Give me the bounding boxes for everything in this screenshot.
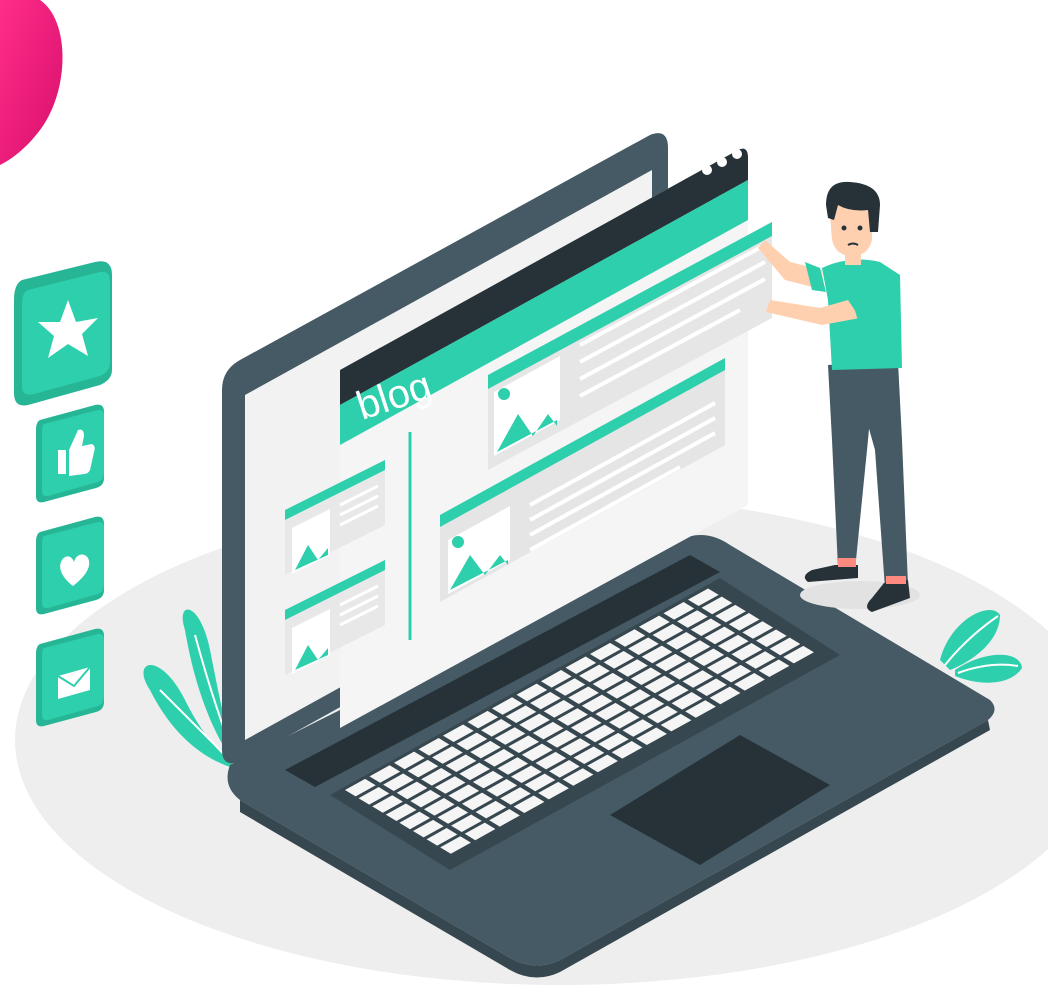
side-icons <box>14 261 112 727</box>
heart-icon <box>36 516 104 615</box>
blog-illustration: blog <box>0 0 1048 985</box>
star-icon <box>14 261 112 406</box>
thumbs-up-icon <box>36 404 104 503</box>
mail-icon <box>36 628 104 727</box>
pink-blob-shape <box>0 0 63 165</box>
window-dot-icon <box>717 157 727 167</box>
window-dot-icon <box>702 165 712 175</box>
window-dot-icon <box>732 149 742 159</box>
